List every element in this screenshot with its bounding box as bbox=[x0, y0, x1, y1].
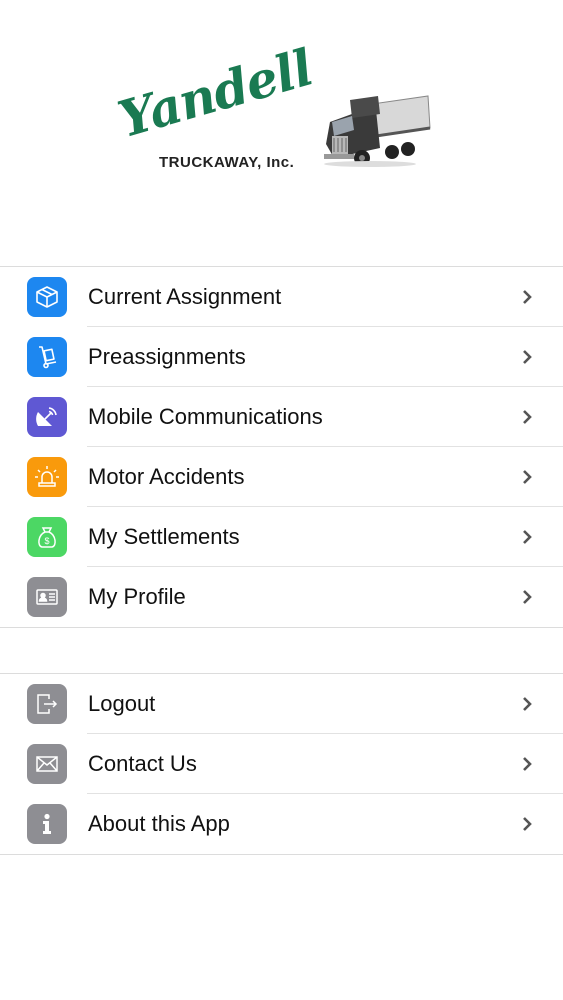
menu-item-contact-us[interactable]: Contact Us bbox=[0, 734, 563, 794]
menu-item-label: About this App bbox=[88, 811, 230, 836]
menu-item-label: Logout bbox=[88, 691, 156, 716]
menu-item-my-settlements[interactable]: $ My Settlements bbox=[0, 507, 563, 567]
siren-icon bbox=[27, 457, 67, 497]
truck-icon bbox=[324, 95, 431, 167]
main-menu-group: Current Assignment Preassignments Mobile… bbox=[0, 266, 563, 628]
satellite-dish-icon bbox=[27, 397, 67, 437]
chevron-right-icon bbox=[523, 530, 532, 544]
menu-item-logout[interactable]: Logout bbox=[0, 674, 563, 734]
company-logo: Yandell TRUCKAWAY, Inc. bbox=[0, 0, 563, 266]
chevron-right-icon bbox=[523, 590, 532, 604]
menu-item-mobile-communications[interactable]: Mobile Communications bbox=[0, 387, 563, 447]
menu-item-current-assignment[interactable]: Current Assignment bbox=[0, 267, 563, 327]
chevron-right-icon bbox=[523, 757, 532, 771]
info-icon bbox=[27, 804, 67, 844]
menu-item-label: My Profile bbox=[88, 584, 186, 609]
menu-item-label: Motor Accidents bbox=[88, 464, 245, 489]
chevron-right-icon bbox=[523, 290, 532, 304]
secondary-menu-group: Logout Contact Us About this App bbox=[0, 673, 563, 855]
chevron-right-icon bbox=[523, 470, 532, 484]
hand-truck-icon bbox=[27, 337, 67, 377]
logo-script-text: Yandell bbox=[111, 37, 319, 149]
menu-item-label: My Settlements bbox=[88, 524, 240, 549]
chevron-right-icon bbox=[523, 410, 532, 424]
menu-item-label: Mobile Communications bbox=[88, 404, 323, 429]
menu-item-my-profile[interactable]: My Profile bbox=[0, 567, 563, 627]
logo-subtitle: TRUCKAWAY, Inc. bbox=[159, 154, 295, 171]
money-bag-icon: $ bbox=[27, 517, 67, 557]
menu-item-label: Contact Us bbox=[88, 751, 197, 776]
id-card-icon bbox=[27, 577, 67, 617]
menu-item-motor-accidents[interactable]: Motor Accidents bbox=[0, 447, 563, 507]
svg-text:$: $ bbox=[44, 536, 49, 546]
chevron-right-icon bbox=[523, 817, 532, 831]
logout-icon bbox=[27, 684, 67, 724]
menu-item-preassignments[interactable]: Preassignments bbox=[0, 327, 563, 387]
chevron-right-icon bbox=[523, 697, 532, 711]
envelope-icon bbox=[27, 744, 67, 784]
menu-item-about-this-app[interactable]: About this App bbox=[0, 794, 563, 854]
menu-item-label: Preassignments bbox=[88, 344, 246, 369]
menu-item-label: Current Assignment bbox=[88, 284, 282, 309]
box-icon bbox=[27, 277, 67, 317]
chevron-right-icon bbox=[523, 350, 532, 364]
